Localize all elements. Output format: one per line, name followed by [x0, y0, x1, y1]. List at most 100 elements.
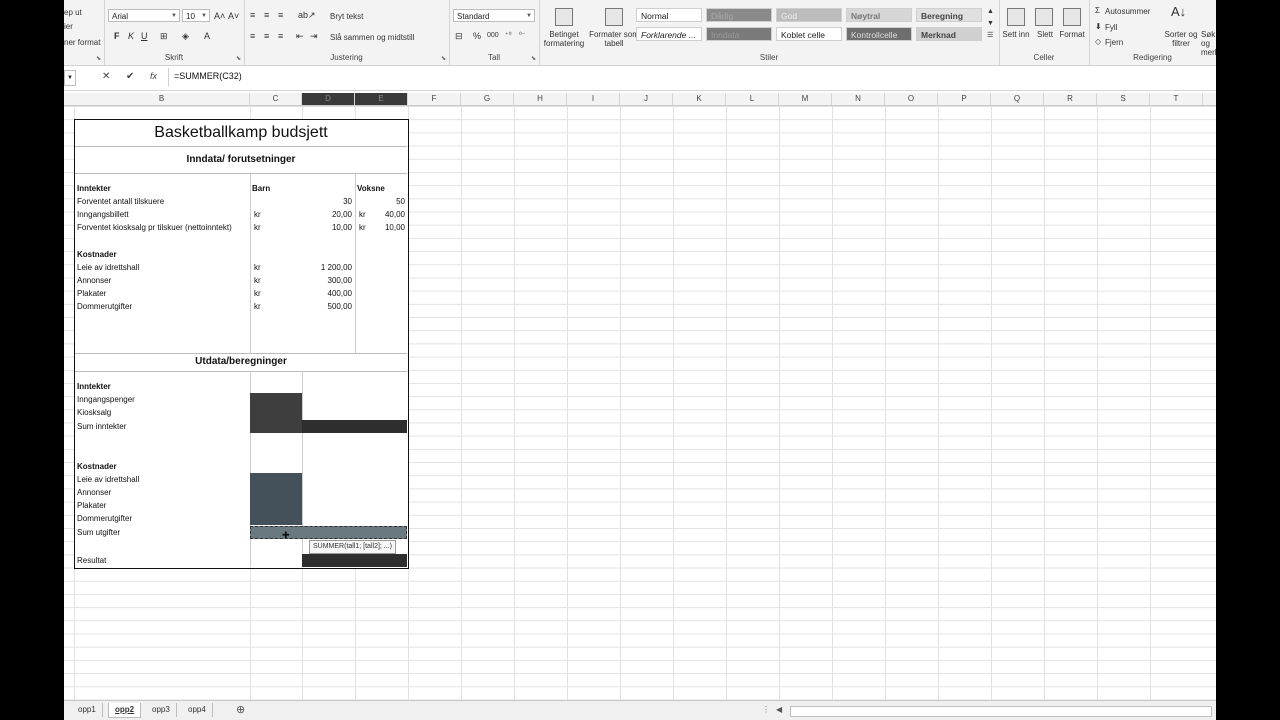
input-child-value[interactable]: 30 — [302, 195, 352, 208]
output-row-label[interactable]: Leie av idrettshall — [77, 473, 139, 486]
output-row-label[interactable]: Kiosksalg — [77, 406, 111, 419]
sheet-tab-opp2[interactable]: opp2 — [108, 703, 142, 718]
input-adult-value[interactable]: 50 — [355, 195, 405, 208]
income-label[interactable]: Inntekter — [77, 182, 111, 195]
output-row-label[interactable]: Sum utgifter — [77, 526, 120, 539]
cost-row-label[interactable]: Dommerutgifter — [77, 300, 132, 313]
align-center-icon[interactable]: ≡ — [264, 30, 269, 42]
conditional-format-button[interactable]: Betinget formatering — [539, 30, 589, 48]
insert-cells-button[interactable]: Sett inn — [1001, 30, 1031, 39]
grow-font-icon[interactable]: A˄ — [214, 10, 225, 22]
align-middle-icon[interactable]: ≡ — [264, 9, 269, 21]
shrink-font-icon[interactable]: A˅ — [228, 10, 239, 22]
formula-input[interactable]: =SUMMER(C32) — [174, 71, 242, 81]
column-header-n[interactable]: N — [832, 93, 885, 105]
italic-button[interactable]: K — [128, 30, 134, 42]
border-icon[interactable]: ⊞ — [160, 30, 168, 42]
style-input[interactable]: Inndata — [706, 27, 772, 41]
more-styles-icon[interactable]: ☰ — [987, 30, 993, 42]
align-left-icon[interactable]: ≡ — [250, 30, 255, 42]
column-header-s[interactable]: S — [1097, 93, 1150, 105]
cost-value[interactable]: 500,00 — [302, 300, 352, 313]
copy-button[interactable]: ier — [64, 22, 73, 31]
sort-filter-button[interactable]: Sorter og filtrer — [1163, 30, 1199, 48]
input-row-label[interactable]: Forventet antall tilskuere — [77, 195, 164, 208]
number-format-select[interactable]: Standard ▼ — [453, 9, 535, 22]
insert-cells-icon[interactable] — [1007, 8, 1025, 26]
output-row-label[interactable]: Plakater — [77, 499, 106, 512]
input-child-value[interactable]: 20,00 — [302, 208, 352, 221]
font-name-select[interactable]: Arial ▼ — [108, 9, 180, 22]
format-cells-icon[interactable] — [1063, 8, 1081, 26]
thousands-button[interactable]: 000 — [487, 30, 499, 42]
input-adult-value[interactable]: 10,00 — [355, 221, 405, 234]
add-sheet-icon[interactable]: ⊕ — [236, 703, 245, 716]
format-as-table-button[interactable]: Formater som tabell — [589, 30, 639, 48]
cancel-icon[interactable]: ✕ — [102, 71, 110, 82]
sheet-tab-opp4[interactable]: opp4 — [182, 703, 213, 717]
format-cells-button[interactable]: Format — [1057, 30, 1087, 39]
column-header-i[interactable]: I — [567, 93, 620, 105]
style-normal[interactable]: Normal — [636, 8, 702, 22]
result-label[interactable]: Resultat — [77, 554, 106, 567]
output-income-label[interactable]: Inntekter — [77, 380, 111, 393]
font-launcher-icon[interactable]: ⬊ — [236, 55, 241, 62]
style-check-cell[interactable]: Kontrollcelle — [846, 27, 912, 41]
scroll-up-icon[interactable]: ▲ — [987, 6, 994, 18]
output-row-label[interactable]: Annonser — [77, 486, 111, 499]
function-icon[interactable]: fx — [150, 71, 157, 81]
input-section-header[interactable]: Inndata/ forutsetninger — [75, 153, 407, 166]
align-bottom-icon[interactable]: ≡ — [278, 9, 283, 21]
input-child-value[interactable]: 10,00 — [302, 221, 352, 234]
increase-indent-icon[interactable]: ⇥ — [310, 30, 318, 42]
column-header-j[interactable]: J — [620, 93, 673, 105]
adult-label[interactable]: Voksne — [357, 182, 385, 195]
merge-center-button[interactable]: Slå sammen og midtstill — [330, 33, 414, 42]
decrease-decimal-icon[interactable]: ⁰⁻ — [519, 30, 526, 42]
format-painter-button[interactable]: ner format — [64, 38, 100, 47]
fill-icon[interactable]: ⬇ — [1095, 22, 1102, 31]
style-explanatory[interactable]: Forklarende ... — [636, 27, 702, 41]
align-top-icon[interactable]: ≡ — [250, 9, 255, 21]
clipboard-launcher-icon[interactable]: ⬊ — [96, 55, 101, 62]
style-calculation[interactable]: Beregning — [916, 8, 982, 22]
autosum-button[interactable]: Autosummer — [1105, 7, 1150, 16]
clear-button[interactable]: Fjern — [1105, 38, 1123, 47]
cost-cells-shaded[interactable] — [250, 473, 302, 525]
input-adult-value[interactable]: 40,00 — [355, 208, 405, 221]
tab-split-handle-icon[interactable]: ⋮ — [762, 705, 770, 714]
column-header-g[interactable]: G — [461, 93, 514, 105]
cost-value[interactable]: 400,00 — [302, 287, 352, 300]
cost-value[interactable]: 300,00 — [302, 274, 352, 287]
column-header-o[interactable]: O — [885, 93, 938, 105]
active-cell-selection[interactable] — [250, 526, 407, 539]
column-header-f[interactable]: F — [408, 93, 461, 105]
output-row-label[interactable]: Sum inntekter — [77, 420, 126, 433]
number-launcher-icon[interactable]: ⬊ — [531, 55, 536, 62]
input-row-label[interactable]: Inngangsbillett — [77, 208, 129, 221]
style-bad[interactable]: Dårlig — [706, 8, 772, 22]
scroll-down-icon[interactable]: ▼ — [987, 18, 994, 30]
decrease-indent-icon[interactable]: ⇤ — [296, 30, 304, 42]
input-row-label[interactable]: Forventet kiosksalg pr tilskuer (nettoin… — [77, 221, 232, 234]
column-header-q[interactable]: Q — [991, 93, 1044, 105]
output-row-label[interactable]: Inngangspenger — [77, 393, 135, 406]
underline-button[interactable]: U — [141, 30, 148, 42]
font-color-icon[interactable]: A — [204, 30, 210, 42]
delete-cells-icon[interactable] — [1035, 8, 1053, 26]
enter-icon[interactable]: ✔ — [126, 71, 134, 82]
column-header-k[interactable]: K — [673, 93, 726, 105]
sheet-tab-opp1[interactable]: opp1 — [72, 703, 103, 717]
format-as-table-icon[interactable] — [605, 8, 623, 26]
cost-value[interactable]: 1 200,00 — [302, 261, 352, 274]
fill-color-icon[interactable]: ◈ — [182, 30, 189, 42]
horizontal-scrollbar[interactable] — [790, 706, 1212, 717]
delete-cells-button[interactable]: Slett — [1031, 30, 1059, 39]
bold-button[interactable]: F — [114, 30, 120, 42]
conditional-format-icon[interactable] — [555, 8, 573, 26]
align-right-icon[interactable]: ≡ — [278, 30, 283, 42]
column-header-d[interactable]: D — [302, 93, 355, 105]
output-costs-label[interactable]: Kostnader — [77, 460, 117, 473]
child-label[interactable]: Barn — [252, 182, 270, 195]
style-linked-cell[interactable]: Koblet celle — [776, 27, 842, 41]
